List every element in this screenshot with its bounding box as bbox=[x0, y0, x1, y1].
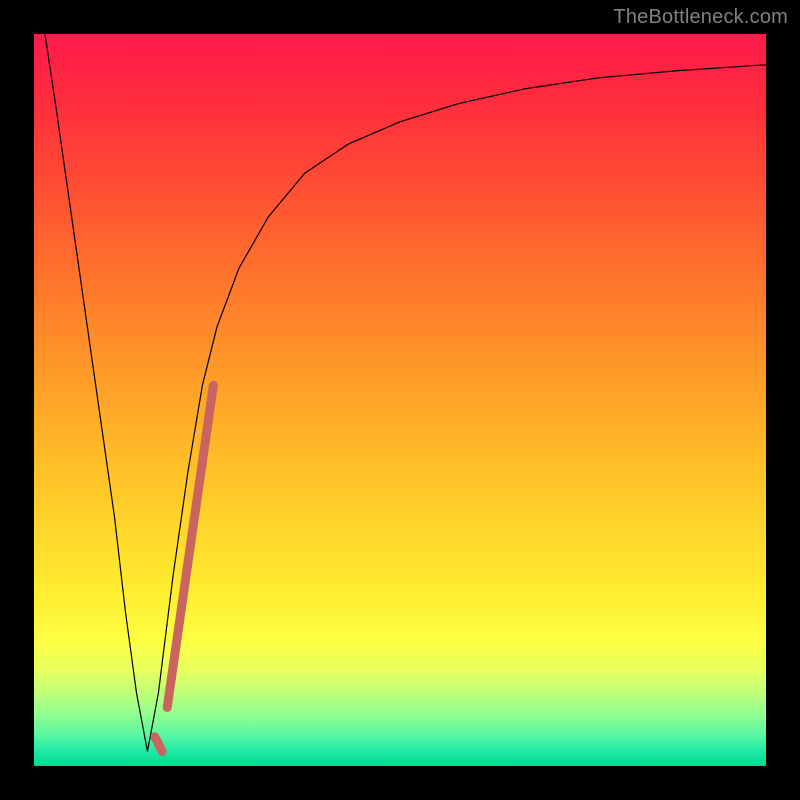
chart-svg bbox=[34, 34, 766, 766]
series-highlight-segment bbox=[167, 385, 213, 707]
series-highlight-segment bbox=[155, 737, 162, 752]
series-layer bbox=[45, 34, 766, 751]
chart-container: TheBottleneck.com bbox=[0, 0, 800, 800]
watermark-text: TheBottleneck.com bbox=[613, 6, 788, 29]
series-bottleneck-curve bbox=[45, 34, 766, 751]
plot-area bbox=[32, 32, 768, 768]
